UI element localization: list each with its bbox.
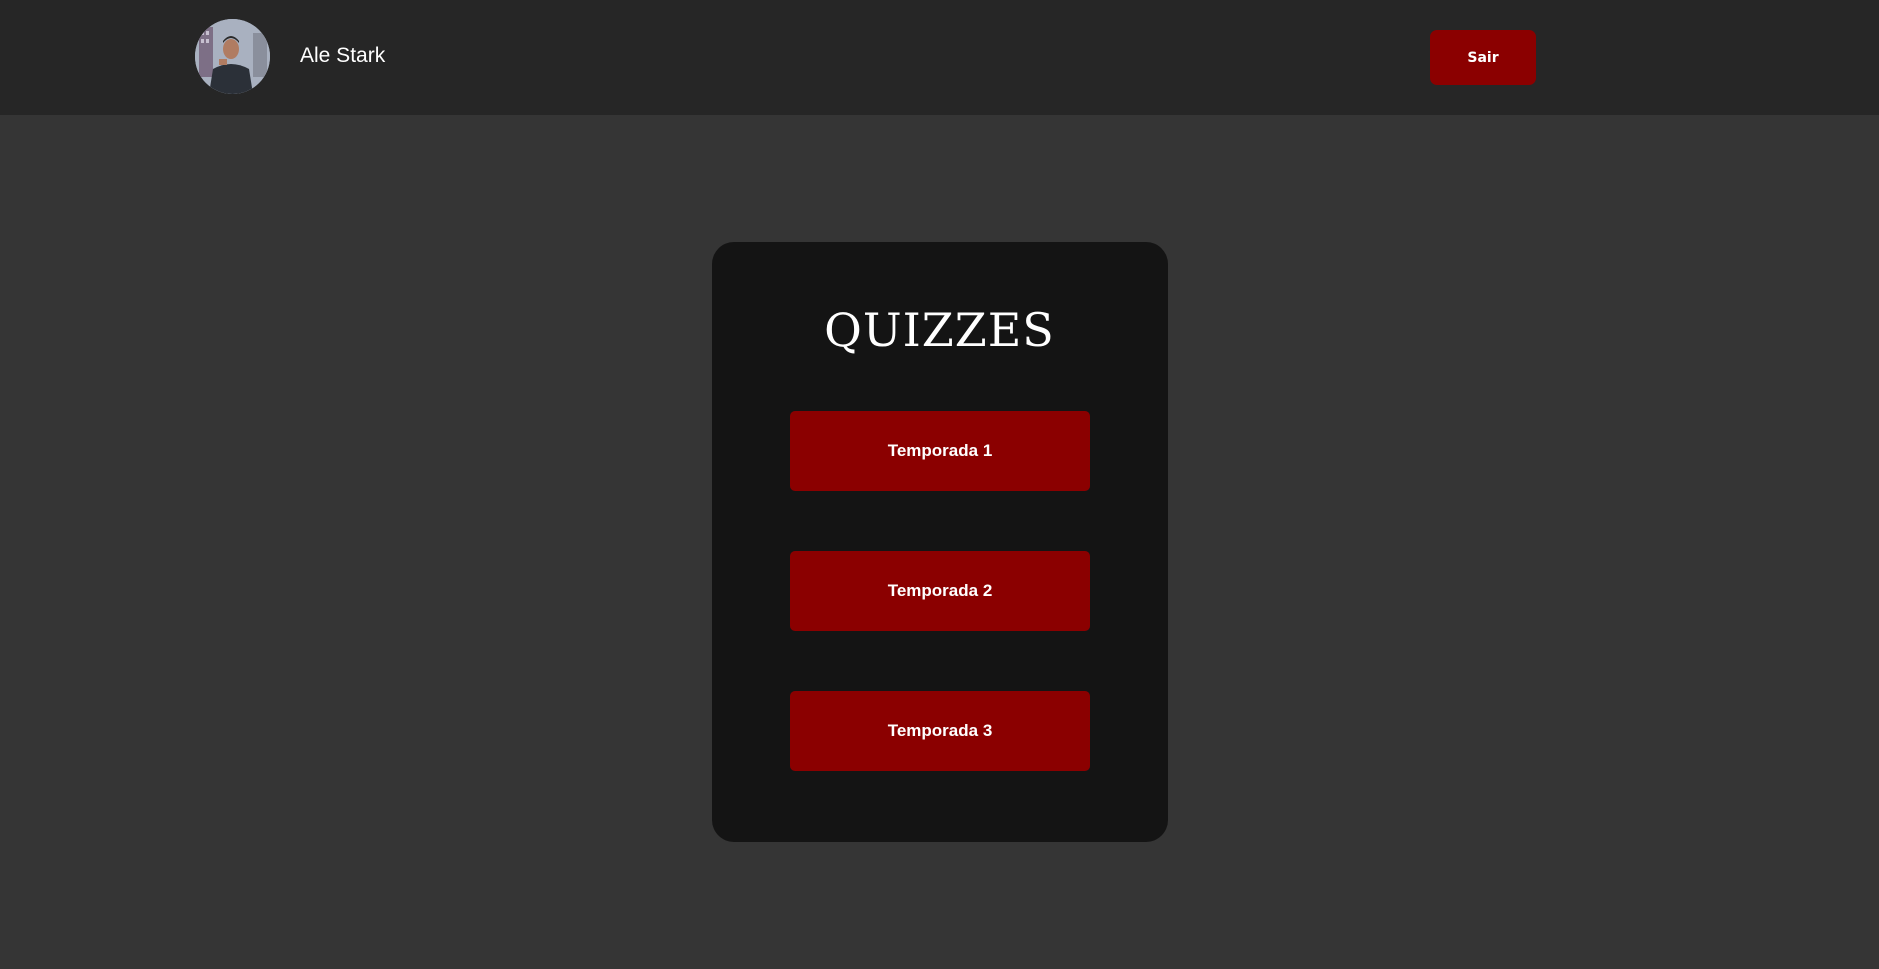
avatar[interactable] — [195, 19, 270, 94]
username: Ale Stark — [300, 44, 386, 67]
season-1-button[interactable]: Temporada 1 — [790, 411, 1090, 491]
season-2-button[interactable]: Temporada 2 — [790, 551, 1090, 631]
season-3-button[interactable]: Temporada 3 — [790, 691, 1090, 771]
top-bar: Ale Stark Sair — [0, 0, 1879, 115]
page-title: QUIZZES — [824, 303, 1055, 357]
user-photo — [195, 19, 270, 94]
logout-button[interactable]: Sair — [1430, 30, 1536, 85]
